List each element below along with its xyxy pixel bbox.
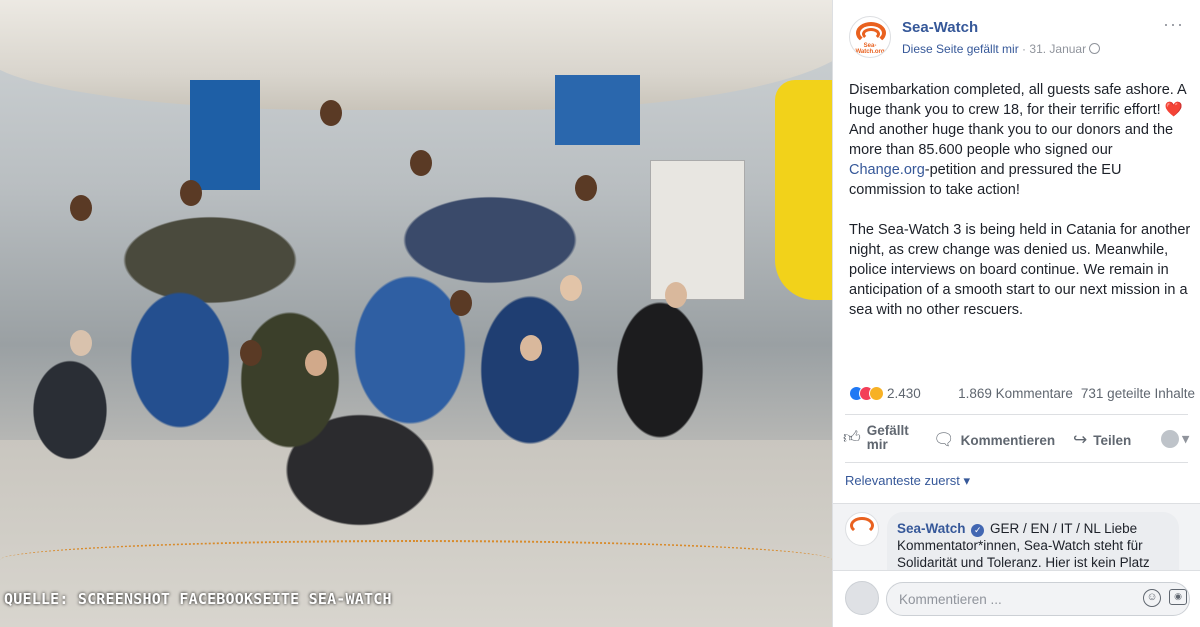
emoji-icon[interactable]: ☺ [1143, 589, 1161, 607]
group-of-people [10, 150, 730, 550]
comment-author-avatar[interactable] [845, 512, 879, 546]
verified-badge-icon: ✓ [971, 524, 985, 537]
user-avatar [1161, 430, 1180, 448]
person-head [70, 195, 92, 221]
comment-label: Kommentieren [960, 432, 1056, 448]
comment-composer: ☺ ◉ [833, 570, 1200, 627]
post-date[interactable]: 31. Januar [1029, 42, 1086, 56]
comment-button[interactable]: 🗨︎ Kommentieren [933, 430, 1055, 450]
like-button[interactable]: 👍︎ Gefällt mir [843, 424, 909, 452]
post-panel: Sea-Watch.org Sea-Watch Diese Seite gefä… [832, 0, 1200, 627]
chevron-down-icon: ▾ [1182, 431, 1189, 446]
page-liked-status[interactable]: Diese Seite gefällt mir [902, 42, 1019, 56]
person-head [240, 340, 262, 366]
page-avatar[interactable]: Sea-Watch.org [849, 16, 891, 58]
person-head [560, 275, 582, 301]
divider [845, 462, 1188, 463]
change-org-link[interactable]: Change.org [849, 162, 925, 178]
post-paragraph: The Sea-Watch 3 is being held in Catania… [849, 222, 1191, 318]
person-head [305, 350, 327, 376]
post-body: Disembarkation completed, all guests saf… [849, 80, 1197, 340]
reaction-summary[interactable]: 2.430 1.869 Kommentare 731 geteilte Inhal… [849, 386, 1199, 406]
person-head [575, 175, 597, 201]
person-head [450, 290, 472, 316]
wow-reaction-icon [869, 386, 884, 401]
share-icon: ↪ [1073, 430, 1088, 449]
reaction-count[interactable]: 2.430 [887, 386, 921, 401]
person-head [70, 330, 92, 356]
globe-icon [1089, 43, 1101, 54]
post-text-segment: Disembarkation completed, all guests saf… [849, 82, 1186, 118]
yellow-buoy [775, 80, 832, 300]
share-label: Teilen [1093, 432, 1132, 448]
post-meta: Diese Seite gefällt mir · 31. Januar [902, 42, 1101, 56]
comment-sort-dropdown[interactable]: Relevanteste zuerst ▾ [845, 473, 970, 489]
lifebuoy-logo-inner [862, 28, 880, 40]
post-text-segment: And another huge thank you to our donors… [849, 122, 1174, 158]
meta-separator: · [1018, 42, 1030, 56]
comment-author-name[interactable]: Sea-Watch [897, 521, 966, 536]
person-head [520, 335, 542, 361]
person-head [410, 150, 432, 176]
lifebuoy-logo-icon [850, 517, 874, 534]
heart-emoji-icon: ❤️ [1164, 102, 1183, 118]
tarp-roof [0, 0, 832, 110]
page-name-link[interactable]: Sea-Watch [902, 19, 978, 36]
person-head [665, 282, 687, 308]
comment-icon: 🗨︎ [933, 430, 955, 449]
avatar-label: Sea-Watch.org [855, 43, 885, 55]
divider [845, 414, 1188, 415]
comment-count[interactable]: 1.869 Kommentare [958, 386, 1073, 401]
current-user-avatar [845, 581, 879, 615]
person-head [180, 180, 202, 206]
person-head [320, 100, 342, 126]
like-label: Gefällt mir [866, 423, 909, 452]
share-button[interactable]: ↪ Teilen [1073, 430, 1131, 450]
more-options-icon[interactable]: ··· [1163, 14, 1184, 35]
share-count[interactable]: 731 geteilte Inhalte [1081, 386, 1195, 401]
engagement-counts: 1.869 Kommentare 731 geteilte Inhalte [950, 386, 1195, 401]
post-as-selector[interactable]: ▾ [1161, 430, 1189, 448]
photo-credit-caption: QUELLE: SCREENSHOT FACEBOOKSEITE SEA-WAT… [4, 590, 392, 608]
ship-wall [555, 75, 640, 145]
action-bar: 👍︎ Gefällt mir 🗨︎ Kommentieren ↪ Teilen ▾ [841, 420, 1193, 458]
post-photo[interactable]: QUELLE: SCREENSHOT FACEBOOKSEITE SEA-WAT… [0, 0, 832, 627]
like-icon: 👍︎ [843, 428, 861, 447]
post-paragraph: Disembarkation completed, all guests saf… [849, 80, 1197, 200]
comment-bubble: Sea-Watch ✓ GER / EN / IT / NL Liebe Kom… [887, 512, 1179, 574]
camera-icon[interactable]: ◉ [1169, 589, 1187, 605]
